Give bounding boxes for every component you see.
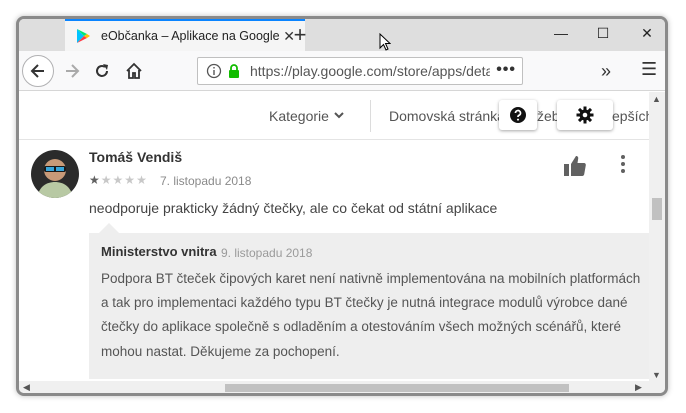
gear-icon <box>576 106 594 124</box>
maximize-button[interactable]: ☐ <box>593 25 613 42</box>
reviewer-avatar <box>31 150 79 198</box>
horizontal-scroll-thumb[interactable] <box>225 384 569 392</box>
reload-button[interactable] <box>87 56 117 86</box>
home-icon <box>126 62 142 79</box>
close-window-button[interactable]: ✕ <box>637 25 657 42</box>
reply-notch <box>99 223 119 233</box>
scroll-up-icon[interactable]: ▲ <box>652 94 661 104</box>
reply-date: 9. listopadu 2018 <box>221 246 313 260</box>
scroll-down-icon[interactable]: ▼ <box>652 370 661 380</box>
overflow-menu-icon[interactable]: » <box>601 61 611 82</box>
arrow-right-icon <box>66 64 80 78</box>
back-button[interactable] <box>22 55 54 87</box>
help-icon <box>510 107 526 123</box>
page-actions-icon[interactable]: ••• <box>496 61 516 79</box>
star-rating: ★★★★★ <box>89 173 148 187</box>
reply-author: Ministerstvo vnitra <box>101 244 217 259</box>
star-empty-icon: ★ <box>136 173 148 187</box>
categories-dropdown[interactable]: Kategorie <box>269 108 344 124</box>
thumbs-up-icon[interactable] <box>563 154 587 178</box>
vertical-scroll-thumb[interactable] <box>652 198 662 220</box>
navigation-toolbar: https://play.google.com/store/apps/detai… <box>19 51 665 91</box>
vertical-scrollbar[interactable]: ▲ ▼ <box>649 92 665 384</box>
forward-button[interactable] <box>57 56 87 86</box>
minimize-button[interactable]: — <box>551 25 571 41</box>
home-link[interactable]: Domovská stránka <box>389 108 505 124</box>
scrollbar-corner <box>649 381 665 393</box>
star-empty-icon: ★ <box>112 173 125 187</box>
page-content: Kategorie Domovská stránka žeb epšíc Tom… <box>19 92 649 384</box>
lock-icon <box>229 64 239 78</box>
star-empty-icon: ★ <box>124 173 137 187</box>
reload-icon <box>96 64 108 77</box>
home-button[interactable] <box>119 56 149 86</box>
help-button[interactable] <box>499 100 537 130</box>
browser-window: eObčanka – Aplikace na Google Play ✕ + —… <box>16 16 668 396</box>
reply-text: Podpora BT čteček čipových karet není na… <box>101 271 641 359</box>
arrow-left-icon <box>30 64 44 78</box>
star-empty-icon: ★ <box>100 173 113 187</box>
mouse-cursor-icon <box>379 33 391 51</box>
tab-strip: eObčanka – Aplikace na Google Play ✕ + —… <box>19 19 665 51</box>
star-filled-icon: ★ <box>89 173 101 187</box>
hamburger-menu-icon[interactable]: ☰ <box>641 59 657 80</box>
chevron-down-icon <box>334 112 344 119</box>
review-date: 7. listopadu 2018 <box>160 174 252 188</box>
tab-title: eObčanka – Aplikace na Google Play <box>101 29 281 43</box>
url-text: https://play.google.com/store/apps/detai… <box>250 63 490 79</box>
nav-divider <box>370 100 371 132</box>
reviewer-name: Tomáš Vendiš <box>89 149 183 165</box>
tab-active[interactable]: eObčanka – Aplikace na Google Play ✕ <box>65 19 305 51</box>
new-tab-button[interactable]: + <box>287 22 313 48</box>
horizontal-scrollbar[interactable]: ◀ ▶ <box>19 381 649 393</box>
url-bar[interactable]: https://play.google.com/store/apps/detai… <box>197 57 523 85</box>
nav-link-best[interactable]: epších <box>612 108 649 124</box>
store-nav-bar: Kategorie Domovská stránka žeb epšíc <box>19 92 649 140</box>
more-vert-icon[interactable] <box>617 154 629 174</box>
developer-reply: Ministerstvo vnitra 9. listopadu 2018 Po… <box>89 233 649 379</box>
settings-button[interactable] <box>557 100 613 130</box>
categories-label: Kategorie <box>269 108 329 124</box>
google-play-icon <box>77 29 90 43</box>
scroll-left-icon[interactable]: ◀ <box>23 382 30 393</box>
scroll-right-icon[interactable]: ▶ <box>635 382 642 393</box>
info-icon[interactable] <box>206 63 222 79</box>
review-text: neodporuje prakticky žádný čtečky, ale c… <box>89 200 498 216</box>
